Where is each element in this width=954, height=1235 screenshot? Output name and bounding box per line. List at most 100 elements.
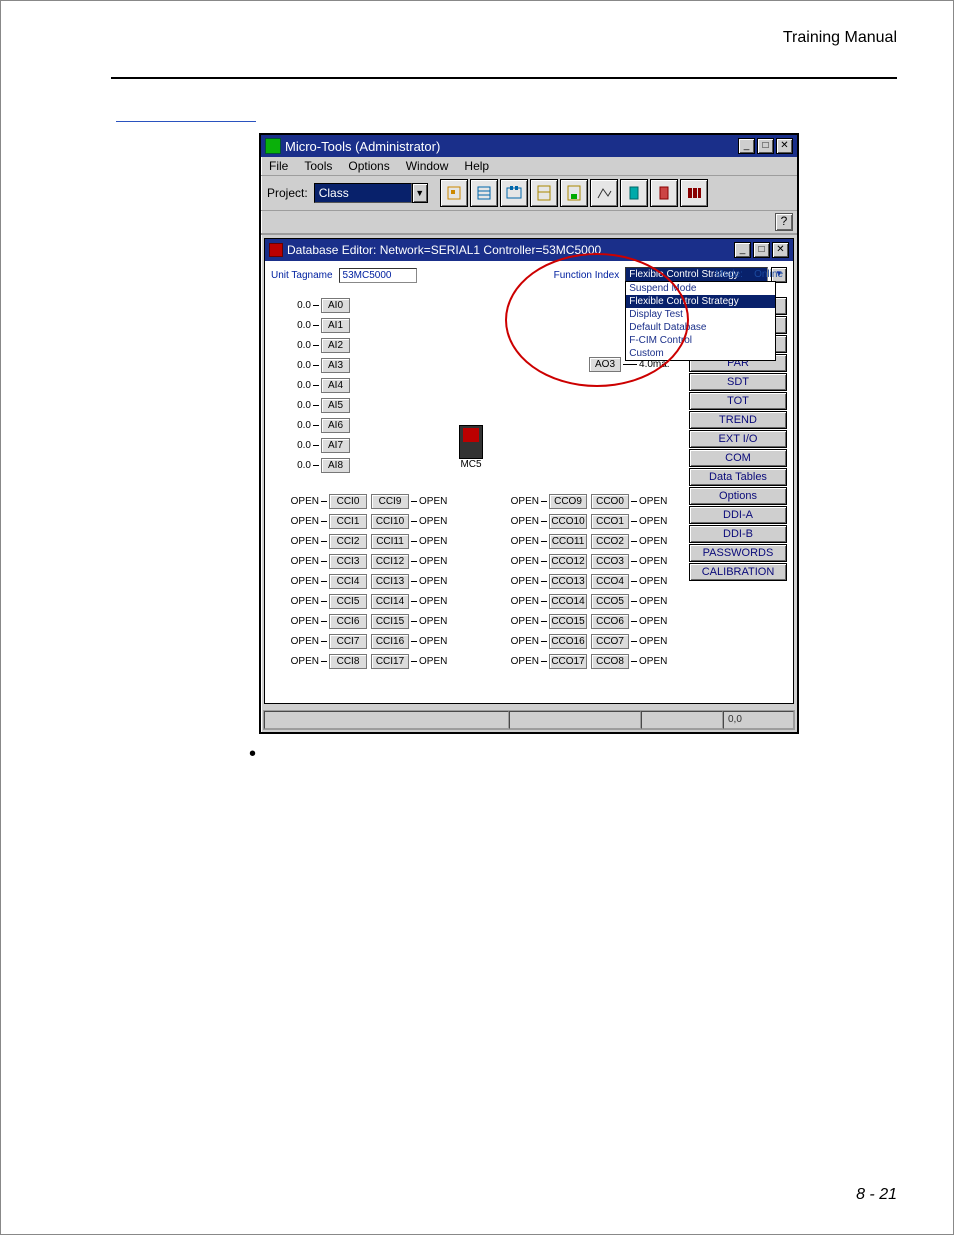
- io-tag[interactable]: CCO14: [549, 594, 587, 609]
- project-dropdown-button[interactable]: ▼: [412, 183, 428, 203]
- child-maximize-button[interactable]: □: [753, 242, 770, 258]
- ai-tag[interactable]: AI5: [321, 398, 350, 413]
- maximize-button[interactable]: □: [757, 138, 774, 154]
- io-tag[interactable]: CCI0: [329, 494, 367, 509]
- function-index-option[interactable]: Suspend Mode: [626, 282, 775, 295]
- unit-tag-label: Unit Tagname: [271, 270, 333, 281]
- ai-tag[interactable]: AI2: [321, 338, 350, 353]
- sidebar-button[interactable]: SDT: [689, 373, 787, 391]
- toolbar-btn-5[interactable]: [560, 179, 588, 207]
- io-tag[interactable]: CCI7: [329, 634, 367, 649]
- child-minimize-button[interactable]: _: [734, 242, 751, 258]
- unit-tag-input[interactable]: 53MC5000: [339, 268, 417, 283]
- minimize-button[interactable]: _: [738, 138, 755, 154]
- function-index-option[interactable]: Flexible Control Strategy: [626, 295, 775, 308]
- toolbar-btn-7[interactable]: [620, 179, 648, 207]
- function-index-list[interactable]: Suspend ModeFlexible Control StrategyDis…: [625, 281, 776, 361]
- io-tag[interactable]: CCO0: [591, 494, 629, 509]
- io-tag[interactable]: CCO6: [591, 614, 629, 629]
- help-icon[interactable]: ?: [775, 213, 793, 231]
- io-tag[interactable]: CCO8: [591, 654, 629, 669]
- io-tag[interactable]: CCO3: [591, 554, 629, 569]
- io-tag[interactable]: CCI3: [329, 554, 367, 569]
- io-tag[interactable]: CCO4: [591, 574, 629, 589]
- toolbar-btn-1[interactable]: [440, 179, 468, 207]
- hint-bar: ?: [261, 211, 797, 235]
- ai-tag[interactable]: AI3: [321, 358, 350, 373]
- sidebar-button[interactable]: DDI-A: [689, 506, 787, 524]
- toolbar-btn-9[interactable]: [680, 179, 708, 207]
- ai-tag[interactable]: AI4: [321, 378, 350, 393]
- io-state: OPEN: [275, 516, 319, 527]
- io-tag[interactable]: CCO9: [549, 494, 587, 509]
- sidebar-button[interactable]: COM: [689, 449, 787, 467]
- sidebar-button[interactable]: TREND: [689, 411, 787, 429]
- sidebar-button[interactable]: TOT: [689, 392, 787, 410]
- blue-underline: [116, 121, 256, 122]
- io-tag[interactable]: CCO12: [549, 554, 587, 569]
- io-tag[interactable]: CCO10: [549, 514, 587, 529]
- io-tag[interactable]: CCO5: [591, 594, 629, 609]
- io-tag[interactable]: CCO1: [591, 514, 629, 529]
- io-tag[interactable]: CCI10: [371, 514, 409, 529]
- ai-tag[interactable]: AI6: [321, 418, 350, 433]
- toolbar-btn-8[interactable]: [650, 179, 678, 207]
- io-tag[interactable]: CCI14: [371, 594, 409, 609]
- toolbar-btn-4[interactable]: [530, 179, 558, 207]
- menu-window[interactable]: Window: [406, 159, 449, 173]
- io-state: OPEN: [419, 656, 463, 667]
- ai-tag[interactable]: AI7: [321, 438, 350, 453]
- ai-tag[interactable]: AI8: [321, 458, 350, 473]
- io-state: OPEN: [419, 556, 463, 567]
- io-tag[interactable]: CCO15: [549, 614, 587, 629]
- ai-tag[interactable]: AI1: [321, 318, 350, 333]
- io-tag[interactable]: CCO2: [591, 534, 629, 549]
- io-tag[interactable]: CCI16: [371, 634, 409, 649]
- function-index-option[interactable]: Custom: [626, 347, 775, 360]
- io-tag[interactable]: CCO7: [591, 634, 629, 649]
- toolbar-btn-2[interactable]: [470, 179, 498, 207]
- child-close-button[interactable]: ✕: [772, 242, 789, 258]
- toolbar-btn-6[interactable]: [590, 179, 618, 207]
- menu-options[interactable]: Options: [348, 159, 389, 173]
- io-tag[interactable]: CCO17: [549, 654, 587, 669]
- io-tag[interactable]: CCI11: [371, 534, 409, 549]
- function-index-option[interactable]: Display Test: [626, 308, 775, 321]
- sidebar-button[interactable]: Data Tables: [689, 468, 787, 486]
- io-tag[interactable]: CCI1: [329, 514, 367, 529]
- ai-tag[interactable]: AI0: [321, 298, 350, 313]
- io-state: OPEN: [275, 496, 319, 507]
- io-tag[interactable]: CCI8: [329, 654, 367, 669]
- controller-icon[interactable]: MC5: [459, 425, 483, 470]
- io-tag[interactable]: CCO16: [549, 634, 587, 649]
- io-tag[interactable]: CCI9: [371, 494, 409, 509]
- ai-value: 0.0: [277, 420, 311, 431]
- menu-help[interactable]: Help: [464, 159, 489, 173]
- io-tag[interactable]: CCI15: [371, 614, 409, 629]
- sidebar-button[interactable]: PASSWORDS: [689, 544, 787, 562]
- ao-tag[interactable]: AO3: [589, 357, 621, 372]
- io-tag[interactable]: CCO13: [549, 574, 587, 589]
- project-select[interactable]: Class: [314, 183, 412, 203]
- sidebar-button[interactable]: DDI-B: [689, 525, 787, 543]
- menu-file[interactable]: File: [269, 159, 288, 173]
- close-button[interactable]: ✕: [776, 138, 793, 154]
- io-tag[interactable]: CCI17: [371, 654, 409, 669]
- sidebar-button[interactable]: Options: [689, 487, 787, 505]
- io-tag[interactable]: CCI5: [329, 594, 367, 609]
- function-index-option[interactable]: Default Database: [626, 321, 775, 334]
- io-tag[interactable]: CCI6: [329, 614, 367, 629]
- io-tag[interactable]: CCI13: [371, 574, 409, 589]
- toolbar-btn-3[interactable]: [500, 179, 528, 207]
- ai-value: 0.0: [277, 380, 311, 391]
- sidebar-button[interactable]: EXT I/O: [689, 430, 787, 448]
- io-tag[interactable]: CCO11: [549, 534, 587, 549]
- menu-tools[interactable]: Tools: [304, 159, 332, 173]
- sidebar-button[interactable]: CALIBRATION: [689, 563, 787, 581]
- io-tag[interactable]: CCI4: [329, 574, 367, 589]
- io-tag[interactable]: CCI12: [371, 554, 409, 569]
- io-state: OPEN: [419, 576, 463, 587]
- child-window-icon: [269, 243, 283, 257]
- function-index-option[interactable]: F-CIM Control: [626, 334, 775, 347]
- io-tag[interactable]: CCI2: [329, 534, 367, 549]
